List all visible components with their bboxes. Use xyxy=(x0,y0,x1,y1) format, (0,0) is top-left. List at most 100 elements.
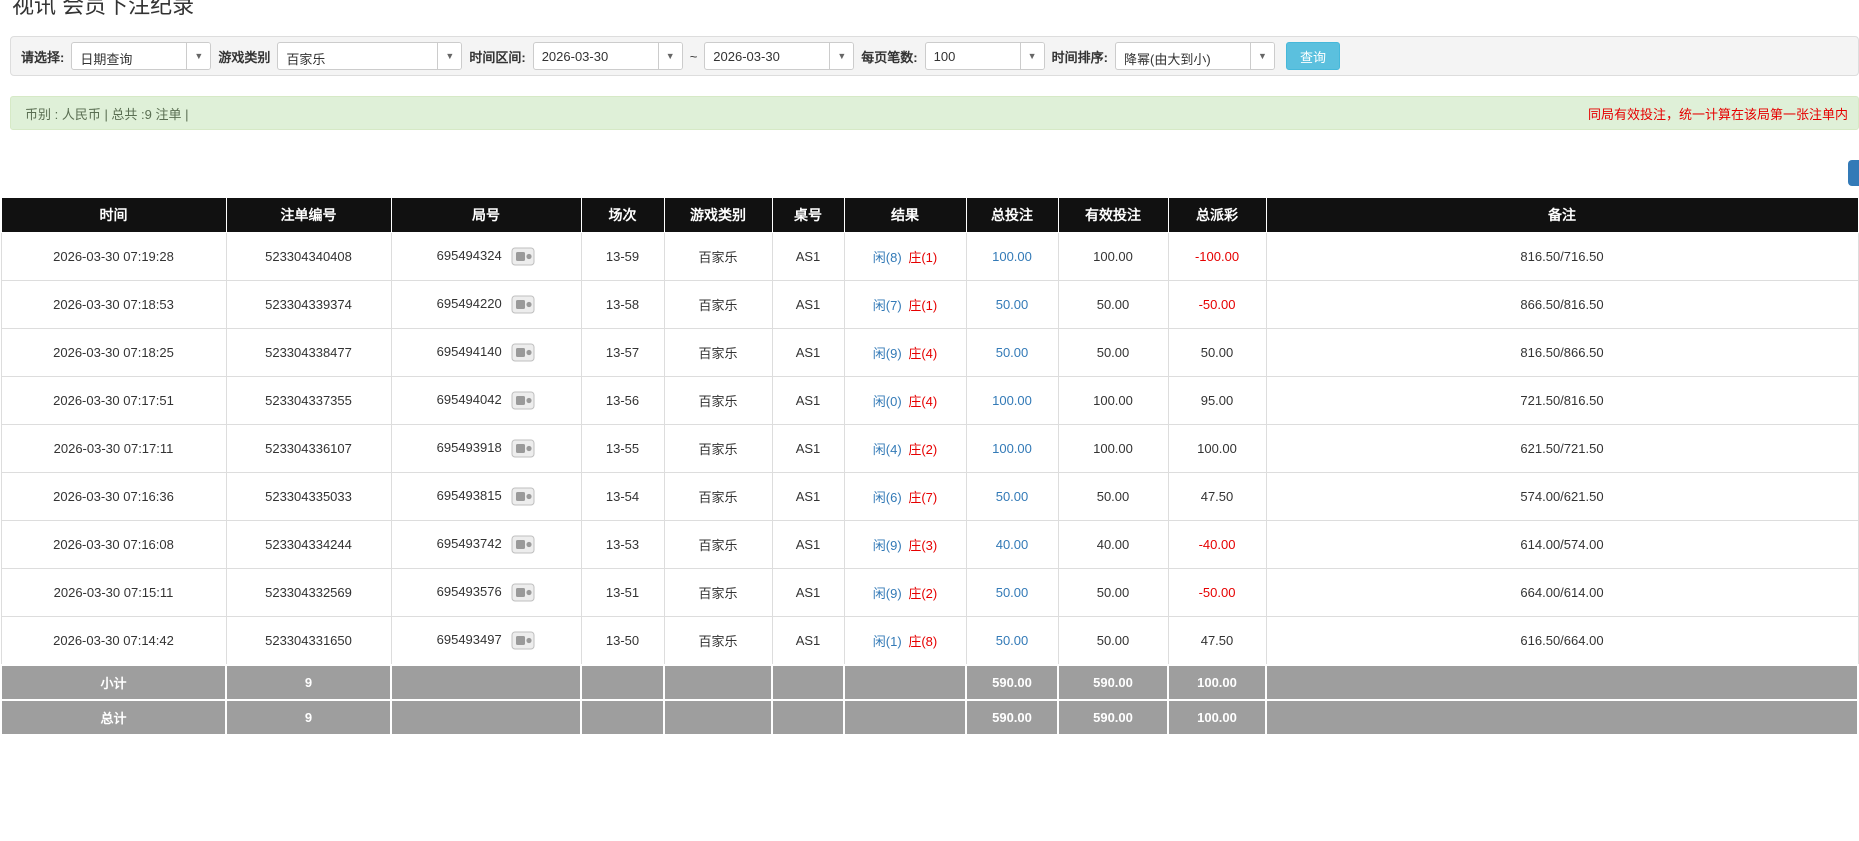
subtotal-count: 9 xyxy=(225,664,392,701)
cell-payout: -50.00 xyxy=(1167,280,1267,329)
total-bet-link[interactable]: 50.00 xyxy=(996,297,1029,312)
footer-empty-cell xyxy=(1265,664,1859,701)
replay-video-icon[interactable] xyxy=(511,535,535,554)
result-player: 闲(9) xyxy=(872,586,902,601)
cell-round-id: 695493576 xyxy=(390,568,582,617)
cell-bet-id: 523304335033 xyxy=(225,472,392,521)
replay-video-icon[interactable] xyxy=(511,295,535,314)
cell-result: 闲(9) 庄(2) xyxy=(843,568,967,617)
date-from-select[interactable]: 2026-03-30 ▼ xyxy=(532,42,683,70)
chevron-down-icon[interactable]: ▼ xyxy=(1249,43,1274,69)
table-row: 2026-03-30 07:15:11 523304332569 6954935… xyxy=(0,568,1859,617)
cell-remark: 866.50/816.50 xyxy=(1265,280,1859,329)
table-row: 2026-03-30 07:17:51 523304337355 6954940… xyxy=(0,376,1859,425)
cell-payout: -100.00 xyxy=(1167,232,1267,281)
cell-session: 13-53 xyxy=(580,520,665,569)
chevron-down-icon[interactable]: ▼ xyxy=(1019,43,1044,69)
cell-table-no: AS1 xyxy=(771,520,845,569)
cell-session: 13-55 xyxy=(580,424,665,473)
replay-video-icon[interactable] xyxy=(511,487,535,506)
table-body: 2026-03-30 07:19:28 523304340408 6954943… xyxy=(0,232,1859,666)
cell-bet-id: 523304336107 xyxy=(225,424,392,473)
cell-time: 2026-03-30 07:16:36 xyxy=(0,472,227,521)
cell-total-bet: 50.00 xyxy=(965,616,1059,666)
date-to-select[interactable]: 2026-03-30 ▼ xyxy=(704,42,855,70)
game-category-value: 百家乐 xyxy=(286,52,326,67)
table-row: 2026-03-30 07:19:28 523304340408 6954943… xyxy=(0,232,1859,281)
replay-video-icon[interactable] xyxy=(511,343,535,362)
cell-session: 13-59 xyxy=(580,232,665,281)
summary-bar: 币别 : 人民币 | 总共 :9 注单 | 同局有效投注，统一计算在该局第一张注… xyxy=(10,96,1859,130)
result-player: 闲(1) xyxy=(872,634,902,649)
cell-time: 2026-03-30 07:19:28 xyxy=(0,232,227,281)
replay-video-icon[interactable] xyxy=(511,583,535,602)
cell-time: 2026-03-30 07:18:25 xyxy=(0,328,227,377)
total-bet-link[interactable]: 50.00 xyxy=(996,585,1029,600)
cell-game: 百家乐 xyxy=(663,568,773,617)
round-id-text: 695494042 xyxy=(436,391,502,407)
total-bet-link[interactable]: 100.00 xyxy=(992,393,1032,408)
total-bet-link[interactable]: 50.00 xyxy=(996,633,1029,648)
header-total-bet: 总投注 xyxy=(965,198,1059,233)
cell-bet-id: 523304337355 xyxy=(225,376,392,425)
cell-time: 2026-03-30 07:16:08 xyxy=(0,520,227,569)
result-banker: 庄(1) xyxy=(908,298,938,313)
date-to-value: 2026-03-30 xyxy=(713,49,780,64)
footer-empty-cell xyxy=(390,664,582,701)
footer-empty-cell xyxy=(843,664,967,701)
game-category-select[interactable]: 百家乐 ▼ xyxy=(277,42,463,70)
chevron-down-icon[interactable]: ▼ xyxy=(829,43,854,69)
result-player: 闲(4) xyxy=(872,442,902,457)
round-id-text: 695493815 xyxy=(436,487,502,503)
sort-select[interactable]: 降幂(由大到小) ▼ xyxy=(1114,42,1275,70)
valid-bet-notice: 同局有效投注，统一计算在该局第一张注单内 xyxy=(1587,106,1848,122)
cell-payout: 47.50 xyxy=(1167,616,1267,666)
total-bet-link[interactable]: 50.00 xyxy=(996,489,1029,504)
cell-table-no: AS1 xyxy=(771,568,845,617)
cell-remark: 816.50/716.50 xyxy=(1265,232,1859,281)
round-id-text: 695493742 xyxy=(436,535,502,551)
cell-result: 闲(1) 庄(8) xyxy=(843,616,967,666)
footer-empty-cell xyxy=(1265,699,1859,736)
total-bet-link[interactable]: 100.00 xyxy=(992,249,1032,264)
cell-time: 2026-03-30 07:18:53 xyxy=(0,280,227,329)
cell-bet-id: 523304339374 xyxy=(225,280,392,329)
total-bet-link[interactable]: 50.00 xyxy=(996,345,1029,360)
total-bet-link[interactable]: 40.00 xyxy=(996,537,1029,552)
cell-game: 百家乐 xyxy=(663,520,773,569)
cell-time: 2026-03-30 07:14:42 xyxy=(0,616,227,666)
chevron-down-icon[interactable]: ▼ xyxy=(657,43,682,69)
table-row: 2026-03-30 07:18:53 523304339374 6954942… xyxy=(0,280,1859,329)
export-button[interactable] xyxy=(1848,160,1859,186)
sort-label: 时间排序: xyxy=(1051,49,1108,65)
cell-valid-bet: 50.00 xyxy=(1057,328,1169,377)
per-page-select[interactable]: 100 ▼ xyxy=(924,42,1045,70)
round-id-text: 695494220 xyxy=(436,295,502,311)
subtotal-total-bet: 590.00 xyxy=(965,664,1059,701)
replay-video-icon[interactable] xyxy=(511,247,535,266)
header-game: 游戏类别 xyxy=(663,198,773,233)
cell-table-no: AS1 xyxy=(771,424,845,473)
cell-result: 闲(9) 庄(4) xyxy=(843,328,967,377)
cell-game: 百家乐 xyxy=(663,424,773,473)
footer-empty-cell xyxy=(663,699,773,736)
query-button[interactable]: 查询 xyxy=(1285,42,1340,70)
result-player: 闲(9) xyxy=(872,538,902,553)
replay-video-icon[interactable] xyxy=(511,391,535,410)
chevron-down-icon[interactable]: ▼ xyxy=(437,43,462,69)
query-type-value: 日期查询 xyxy=(80,52,133,67)
query-type-select[interactable]: 日期查询 ▼ xyxy=(71,42,212,70)
cell-result: 闲(7) 庄(1) xyxy=(843,280,967,329)
cell-time: 2026-03-30 07:17:51 xyxy=(0,376,227,425)
total-bet-link[interactable]: 100.00 xyxy=(992,441,1032,456)
cell-game: 百家乐 xyxy=(663,472,773,521)
cell-valid-bet: 100.00 xyxy=(1057,424,1169,473)
page-title: 视讯 会员下注纪录 xyxy=(12,0,195,18)
replay-video-icon[interactable] xyxy=(511,439,535,458)
chevron-down-icon[interactable]: ▼ xyxy=(186,43,211,69)
cell-table-no: AS1 xyxy=(771,328,845,377)
replay-video-icon[interactable] xyxy=(511,631,535,650)
cell-remark: 721.50/816.50 xyxy=(1265,376,1859,425)
footer-empty-cell xyxy=(663,664,773,701)
cell-result: 闲(9) 庄(3) xyxy=(843,520,967,569)
